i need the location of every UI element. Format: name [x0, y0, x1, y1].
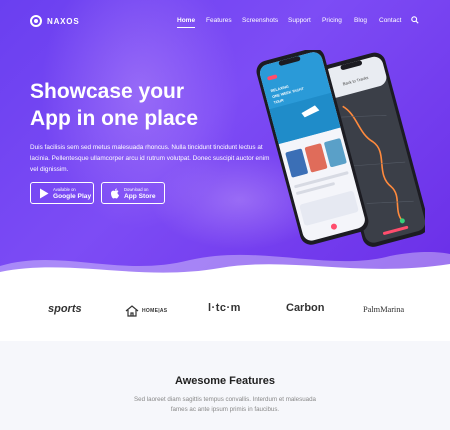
nav-support[interactable]: Support [288, 17, 311, 24]
nav-features[interactable]: Features [206, 17, 232, 24]
app-store-small-label: Download on [124, 187, 149, 192]
client-logo-palmmarina: PalmMarina [363, 304, 405, 314]
client-logo-home: HOME|AS [125, 304, 167, 318]
google-play-button[interactable]: Available on Google Play [30, 182, 94, 204]
client-logo-sports: sports [48, 303, 82, 315]
google-play-label: Google Play [53, 193, 92, 200]
features-title: Awesome Features [174, 375, 276, 387]
features-section: Awesome Features Sed laoreet diam sagitt… [0, 341, 450, 430]
hero-lead: Duis facilisis sem sed metus malesuada r… [30, 144, 270, 173]
house-icon [125, 305, 139, 317]
phone-mockups: Back to Tracks RELAXING ONE WEEK YACHT T… [256, 50, 425, 247]
logo-text: NAXOS [47, 16, 80, 26]
client-logo-carbon: Carbon [286, 302, 325, 314]
nav-blog[interactable]: Blog [354, 17, 367, 24]
nav-contact[interactable]: Contact [379, 17, 401, 24]
hero-title-line-1: Showcase your [30, 80, 185, 103]
apple-icon [111, 188, 119, 199]
client-logo-home-text: HOME|AS [142, 308, 168, 314]
app-store-button[interactable]: Download on App Store [101, 182, 165, 204]
play-icon [40, 188, 49, 199]
client-logo-ltcom: l·tc·m [208, 302, 241, 314]
hero-waves [0, 252, 450, 275]
nav-home[interactable]: Home [177, 17, 196, 28]
logo-icon [30, 15, 42, 27]
features-subtitle: Sed laoreet diam sagittis tempus convall… [134, 396, 316, 413]
hero-section: NAXOS Home Features Screenshots Support … [0, 0, 450, 275]
logo[interactable]: NAXOS [30, 15, 79, 27]
navbar: NAXOS Home Features Screenshots Support … [0, 0, 450, 42]
app-store-label: App Store [124, 193, 156, 200]
nav-pricing[interactable]: Pricing [322, 17, 342, 24]
hero-title: Showcase your App in one place [30, 78, 198, 132]
client-logos: sports HOME|AS l·tc·m Carbon PalmMarina [0, 275, 450, 341]
hero-title-line-2: App in one place [30, 107, 199, 130]
nav-screenshots[interactable]: Screenshots [242, 17, 278, 24]
search-icon[interactable] [411, 16, 419, 24]
google-play-small-label: Available on [53, 187, 76, 192]
